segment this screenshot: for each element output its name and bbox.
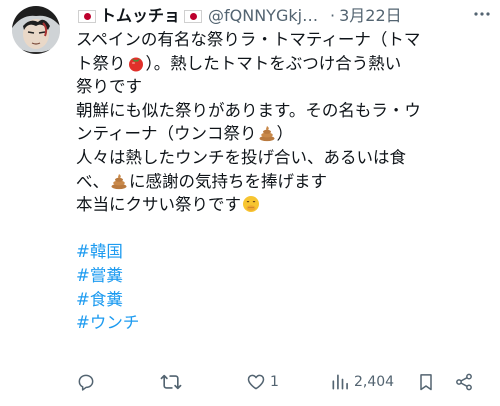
post-text-line: 本当にクサい祭りです (76, 193, 492, 217)
japan-flag-icon (184, 9, 203, 23)
bookmark-icon (420, 374, 432, 391)
poop-emoji-icon (111, 173, 127, 189)
share-button[interactable] (454, 368, 474, 396)
avatar[interactable] (12, 6, 60, 54)
user-handle[interactable]: @fQNNYGkjh... (208, 4, 326, 28)
repost-icon (160, 374, 182, 390)
post-body: スペインの有名な祭りラ・トマティーナ（トマ ト祭り ）。熱したトマトをぶつけ合う熱… (76, 28, 492, 335)
views-icon (332, 374, 348, 390)
separator-dot: · (330, 6, 336, 25)
hashtag-link[interactable]: #韓国 (76, 240, 492, 264)
like-button[interactable]: 1 (246, 368, 279, 396)
more-dots-icon (474, 12, 490, 16)
display-name[interactable]: トムッチョ (100, 4, 180, 28)
like-count: 1 (270, 374, 279, 390)
heart-icon (247, 374, 265, 390)
post-text-line: スペインの有名な祭りラ・トマティーナ（トマ (76, 30, 421, 49)
reply-button[interactable] (76, 368, 100, 396)
post-text-line: 朝鮮にも似た祭りがあります。その名もラ・ウ (76, 100, 421, 120)
views-count: 2,404 (354, 374, 395, 390)
share-icon (456, 373, 472, 391)
views-button[interactable]: 2,404 (330, 368, 394, 396)
post-text-line: ンティーナ（ウンコ祭り） (76, 124, 294, 144)
post-header: トムッチョ @fQNNYGkjh... · 3月22日 (76, 4, 492, 28)
repost-button[interactable] (160, 368, 186, 396)
action-bar: 1 2,404 (76, 368, 496, 396)
post-date[interactable]: 3月22日 (339, 4, 402, 28)
hashtag-link[interactable]: #食糞 (76, 288, 492, 312)
post-text-line: 人々は熱したウンチを投げ合い、あるいは食 (76, 147, 406, 167)
more-options-button[interactable] (470, 2, 494, 26)
bookmark-button[interactable] (416, 368, 436, 396)
avatar-image (12, 6, 60, 54)
post-text-line: べ、 に感謝の気持ちを捧げます (76, 171, 327, 191)
post-text-line: 祭りです (76, 77, 142, 97)
hashtag-link[interactable]: #ウンチ (76, 311, 492, 335)
tomato-emoji-icon (128, 57, 143, 72)
hand-over-mouth-emoji-icon (243, 196, 259, 213)
post-text-line: ト祭り ）。熱したトマトをぶつけ合う熱い (76, 53, 402, 73)
poop-emoji-icon (259, 126, 275, 142)
japan-flag-icon (78, 9, 96, 23)
hashtag-link[interactable]: #嘗糞 (76, 264, 492, 288)
reply-icon (78, 374, 94, 391)
